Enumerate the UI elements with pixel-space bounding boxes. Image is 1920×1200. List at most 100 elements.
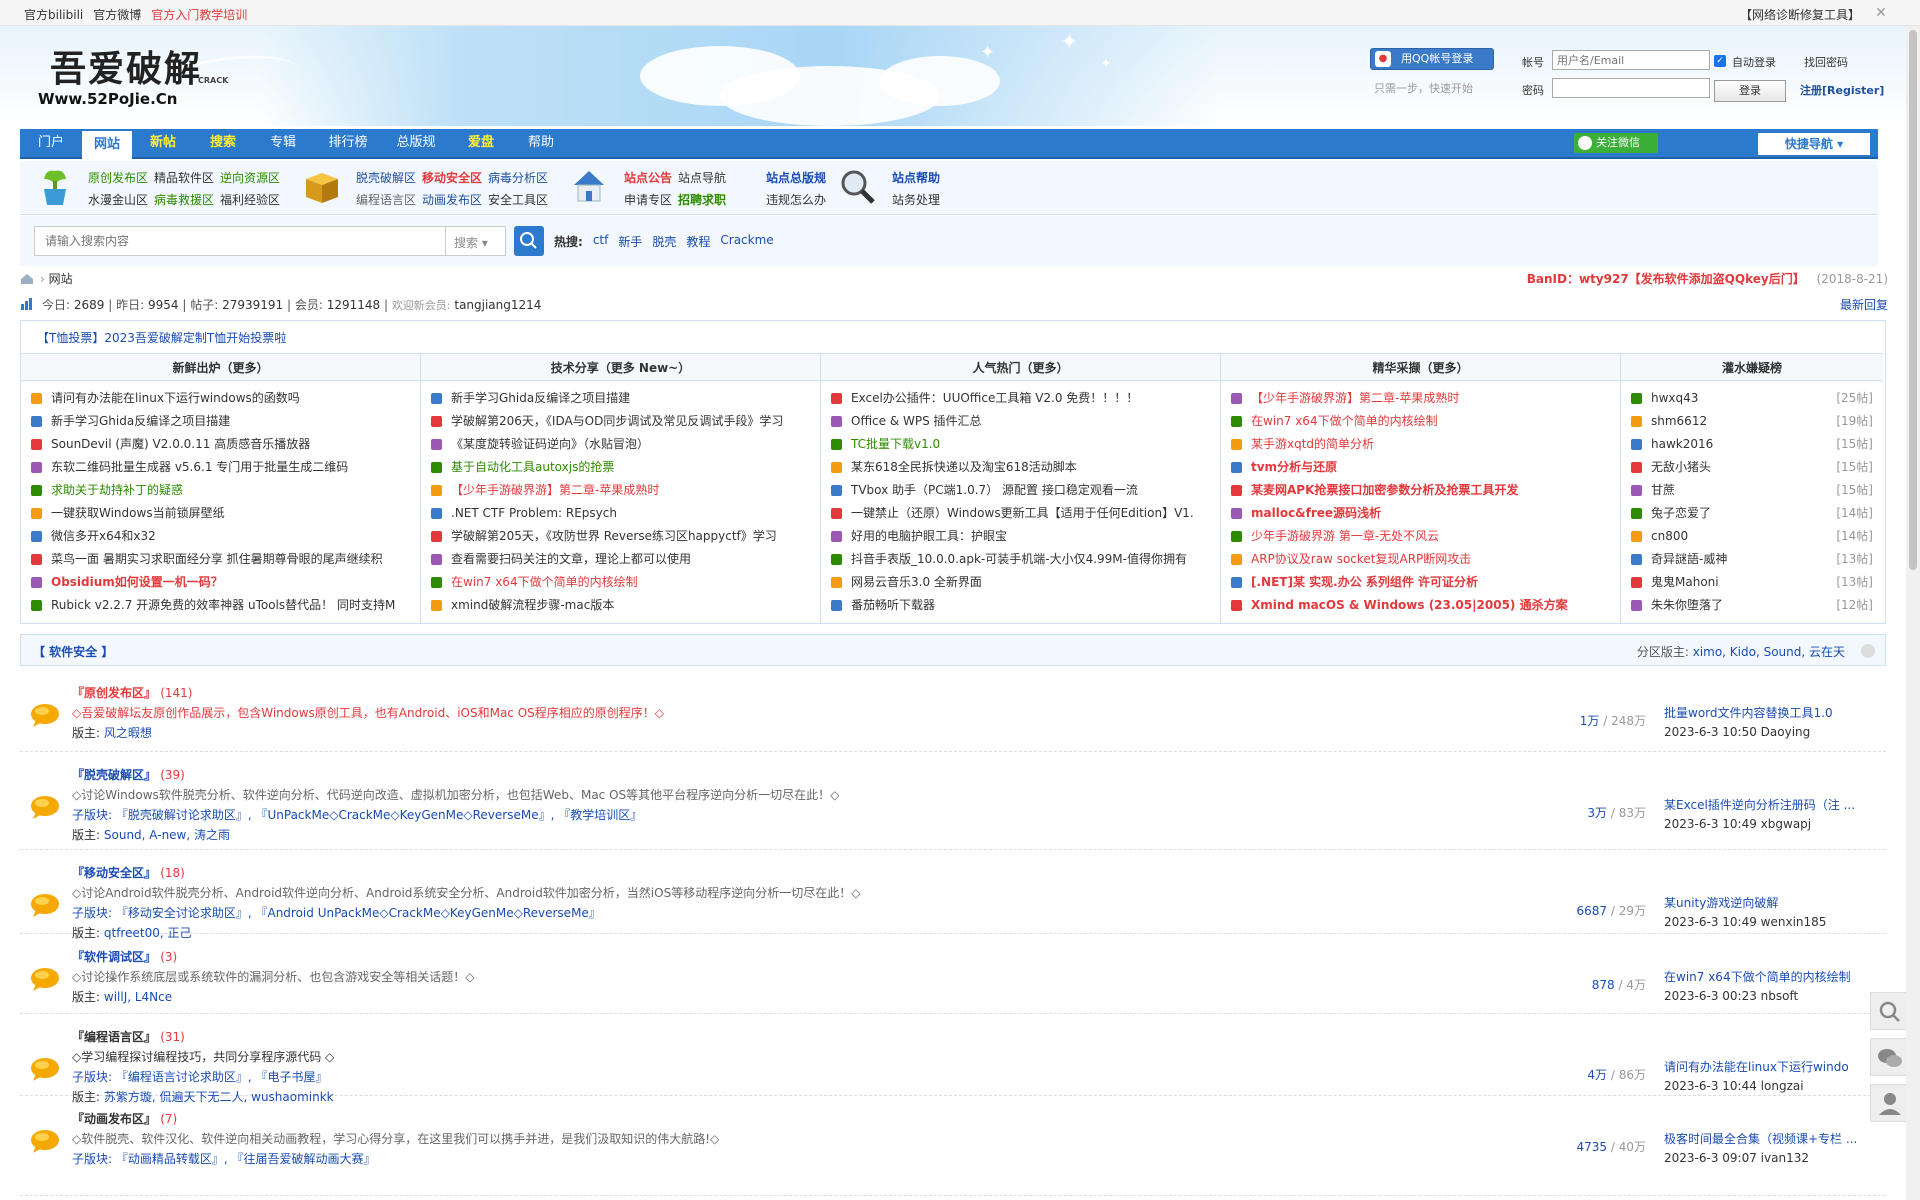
hot-topic-item[interactable]: 新手学习Ghida反编译之项目描建 — [31, 410, 420, 433]
hot-topic-title[interactable]: 在win7 x64下做个简单的内核绘制 — [1251, 414, 1438, 428]
tshirt-vote-link[interactable]: 【T恤投票】2023吾爱破解定制T恤开始投票啦 — [37, 329, 286, 346]
hot-topic-title[interactable]: Obsidium如何设置一机一码？ — [51, 575, 223, 589]
side-wechat-button[interactable] — [1870, 1038, 1908, 1076]
subnav-premium-software[interactable]: 精品软件区 — [154, 167, 214, 189]
hot-topic-title[interactable]: cn800 — [1651, 529, 1688, 543]
hot-topic-title[interactable]: shm6612 — [1651, 414, 1707, 428]
forum-name-link[interactable]: 『脱壳破解区』 — [72, 768, 156, 782]
hot-topic-title[interactable]: 求助关于劫持补丁的疑惑 — [51, 483, 183, 497]
nav-help[interactable]: 帮助 — [516, 129, 566, 159]
forum-subforums[interactable]: 子版块: 『脱壳破解讨论求助区』, 『UnPackMe◇CrackMe◇KeyG… — [72, 806, 642, 823]
hot-topic-item[interactable]: malloc&free源码浅析 — [1231, 502, 1620, 525]
hot-topic-item[interactable]: 朱朱你堕落了 [12帖] — [1631, 594, 1883, 617]
hot-topic-item[interactable]: 查看需要扫码关注的文章，理论上都可以使用 — [431, 548, 820, 571]
hot-topic-item[interactable]: 某麦网APK抢票接口加密参数分析及抢票工具开发 — [1231, 479, 1620, 502]
forum-name-link[interactable]: 『动画发布区』 — [72, 1112, 156, 1126]
hot-topic-title[interactable]: 查看需要扫码关注的文章，理论上都可以使用 — [451, 552, 691, 566]
last-post-title[interactable]: 在win7 x64下做个简单的内核绘制 — [1664, 970, 1851, 984]
hot-topic-title[interactable]: 【少年手游破界游】第二章-苹果成熟时 — [451, 483, 659, 497]
hot-topic-title[interactable]: 新手学习Ghida反编译之项目描建 — [451, 391, 630, 405]
hot-topic-title[interactable]: 东软二维码批量生成器 v5.6.1 专门用于批量生成二维码 — [51, 460, 348, 474]
forum-name-link[interactable]: 『原创发布区』 — [72, 686, 156, 700]
follow-wechat-button[interactable]: 关注微信 — [1574, 133, 1658, 153]
subnav-original-release[interactable]: 原创发布区 — [88, 167, 148, 189]
hot-topic-item[interactable]: 《某度旋转验证码逆向》（水贴冒泡） — [431, 433, 820, 456]
nav-search[interactable]: 搜索 — [198, 129, 248, 159]
hot-topic-item[interactable]: 学破解第206天，《IDA与OD同步调试及常见反调试手段》学习 — [431, 410, 820, 433]
hot-topic-item[interactable]: 抖音手表版_10.0.0.apk-可装手机端-大小仅4.99M-值得你拥有 — [831, 548, 1220, 571]
hot-topic-item[interactable]: 在win7 x64下做个简单的内核绘制 — [431, 571, 820, 594]
top-link-bilibili[interactable]: 官方bilibili — [24, 6, 83, 23]
hot-topic-item[interactable]: tvm分析与还原 — [1231, 456, 1620, 479]
quick-nav-dropdown[interactable]: 快捷导航 ▾ — [1758, 133, 1870, 155]
moderator-links[interactable]: willJ, L4Nce — [104, 990, 172, 1004]
subnav-mobile-security[interactable]: 移动安全区 — [422, 167, 482, 189]
hot-search-word[interactable]: 脱壳 — [652, 233, 676, 250]
hot-topic-title[interactable]: 某东618全民拆快递以及淘宝618活动脚本 — [851, 460, 1077, 474]
section-mods-links[interactable]: ximo, Kido, Sound, 云在天 — [1693, 645, 1845, 659]
hot-topic-item[interactable]: 鬼鬼Mahoni [13帖] — [1631, 571, 1883, 594]
search-type-select[interactable]: 搜索 ▾ — [446, 226, 506, 256]
hot-topic-item[interactable]: cn800 [14帖] — [1631, 525, 1883, 548]
subnav-security-tools[interactable]: 安全工具区 — [488, 189, 548, 211]
hot-topic-title[interactable]: tvm分析与还原 — [1251, 460, 1337, 474]
side-user-button[interactable] — [1870, 1084, 1908, 1122]
hot-topic-title[interactable]: Xmind macOS & Windows (23.05|2005) 通杀方案 — [1251, 598, 1568, 612]
subnav-applications[interactable]: 申请专区 — [624, 189, 672, 211]
subnav-affairs[interactable]: 站务处理 — [892, 189, 940, 211]
hot-topic-item[interactable]: 网易云音乐3.0 全新界面 — [831, 571, 1220, 594]
collapse-icon[interactable] — [1861, 644, 1875, 658]
hot-topic-title[interactable]: Rubick v2.2.7 开源免费的效率神器 uTools替代品！ 同时支持M — [51, 598, 395, 612]
hot-topic-item[interactable]: 奇异謎語-威神 [13帖] — [1631, 548, 1883, 571]
hot-topic-item[interactable]: 少年手游破界游 第一章-无处不风云 — [1231, 525, 1620, 548]
scrollbar-thumb[interactable] — [1909, 30, 1917, 570]
hot-topic-title[interactable]: 某手游xqtd的简单分析 — [1251, 437, 1374, 451]
hot-topic-item[interactable]: Office & WPS 插件汇总 — [831, 410, 1220, 433]
hot-topic-title[interactable]: 菜鸟一面 暑期实习求职面经分享 抓住暑期尊骨眼的尾声继续积 — [51, 552, 383, 566]
hot-topic-item[interactable]: 微信多开x64和x32 — [31, 525, 420, 548]
nav-portal[interactable]: 门户 — [26, 129, 76, 159]
hot-topic-title[interactable]: hawk2016 — [1651, 437, 1713, 451]
hot-topic-item[interactable]: 请问有办法能在linux下运行windows的函数吗 — [31, 387, 420, 410]
subnav-announcements[interactable]: 站点公告 — [624, 167, 672, 189]
last-post-title[interactable]: 某unity游戏逆向破解 — [1664, 896, 1778, 910]
hot-topic-item[interactable]: 基于自动化工具autoxjs的抢票 — [431, 456, 820, 479]
hot-column-title[interactable]: 精华采撷（更多） — [1221, 353, 1620, 381]
hot-topic-title[interactable]: 朱朱你堕落了 — [1651, 598, 1723, 612]
hot-topic-title[interactable]: 兔子恋爱了 — [1651, 506, 1711, 520]
subnav-unpack[interactable]: 脱壳破解区 — [356, 167, 416, 189]
subnav-virus-rescue[interactable]: 病毒救援区 — [154, 189, 214, 211]
subnav-welfare[interactable]: 福利经验区 — [220, 189, 280, 211]
hot-topic-item[interactable]: shm6612 [19帖] — [1631, 410, 1883, 433]
subnav-site-navigation[interactable]: 站点导航 — [678, 167, 726, 189]
hot-topic-item[interactable]: Rubick v2.2.7 开源免费的效率神器 uTools替代品！ 同时支持M — [31, 594, 420, 617]
hot-topic-item[interactable]: 兔子恋爱了 [14帖] — [1631, 502, 1883, 525]
forum-subforums[interactable]: 子版块: 『动画精品转载区』, 『往届吾爱破解动画大赛』 — [72, 1150, 376, 1167]
forum-subforums[interactable]: 子版块: 『移动安全讨论求助区』, 『Android UnPackMe◇Crac… — [72, 904, 601, 921]
hot-topic-item[interactable]: 菜鸟一面 暑期实习求职面经分享 抓住暑期尊骨眼的尾声继续积 — [31, 548, 420, 571]
hot-topic-item[interactable]: xmind破解流程步骤-mac版本 — [431, 594, 820, 617]
hot-topic-item[interactable]: 番茄畅听下载器 — [831, 594, 1220, 617]
hot-topic-item[interactable]: hwxq43 [25帖] — [1631, 387, 1883, 410]
hot-topic-item[interactable]: Obsidium如何设置一机一码？ — [31, 571, 420, 594]
new-member-link[interactable]: tangjiang1214 — [454, 298, 541, 312]
hot-topic-item[interactable]: [.NET]某 实现.办公 系列组件 许可证分析 — [1231, 571, 1620, 594]
hot-topic-item[interactable]: hawk2016 [15帖] — [1631, 433, 1883, 456]
top-link-training[interactable]: 官方入门教学培训 — [151, 6, 247, 23]
subnav-virus-analysis[interactable]: 病毒分析区 — [488, 167, 548, 189]
auto-login-checkbox[interactable]: ✓ — [1714, 55, 1726, 67]
last-post-title[interactable]: 请问有办法能在linux下运行windo — [1664, 1060, 1849, 1074]
hot-topic-item[interactable]: SounDevil (声魔) V2.0.0.11 高质感音乐播放器 — [31, 433, 420, 456]
password-input[interactable] — [1552, 78, 1710, 98]
hot-search-word[interactable]: 新手 — [618, 233, 642, 250]
forum-name-link[interactable]: 『编程语言区』 — [72, 1030, 156, 1044]
nav-albums[interactable]: 专辑 — [258, 129, 308, 159]
hot-topic-title[interactable]: .NET CTF Problem: REpsych — [451, 506, 617, 520]
hot-topic-title[interactable]: 在win7 x64下做个简单的内核绘制 — [451, 575, 638, 589]
forum-subforums[interactable]: 子版块: 『编程语言讨论求助区』, 『电子书屋』 — [72, 1068, 328, 1085]
hot-topic-title[interactable]: TC批量下载v1.0 — [851, 437, 940, 451]
register-link[interactable]: 注册[Register] — [1800, 82, 1884, 98]
hot-topic-title[interactable]: Office & WPS 插件汇总 — [851, 414, 982, 428]
hot-topic-item[interactable]: TVbox 助手（PC端1.0.7） 源配置 接口稳定观看一流 — [831, 479, 1220, 502]
hot-topic-title[interactable]: 新手学习Ghida反编译之项目描建 — [51, 414, 230, 428]
